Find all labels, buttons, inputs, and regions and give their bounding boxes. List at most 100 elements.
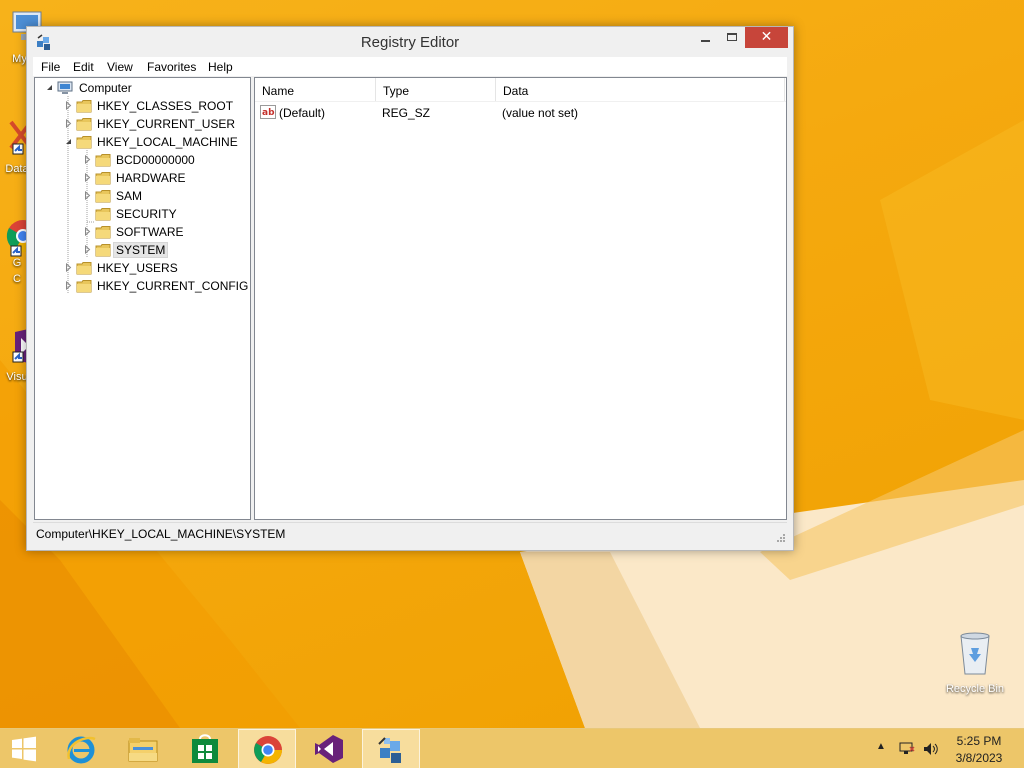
tree-item-label: SAM (116, 189, 143, 203)
registry-editor-window: Registry Editor ✕ File Edit View Favorit… (26, 26, 794, 551)
registry-tree[interactable]: Computer HKEY_CLASSES_ROOT HKEY_CURRENT_U… (34, 77, 251, 520)
tree-item-hardware[interactable]: HARDWARE (35, 169, 250, 187)
menu-bar: File Edit View Favorites Help (33, 57, 787, 76)
tree-item-bcd00000000[interactable]: BCD00000000 (35, 151, 250, 169)
tree-item-label: HKEY_LOCAL_MACHINE (97, 135, 238, 149)
string-value-icon: ab (260, 105, 276, 119)
menu-edit[interactable]: Edit (73, 60, 94, 74)
registry-editor-icon (378, 737, 401, 763)
recycle-bin-label: Recycle Bin (945, 683, 1005, 695)
column-header-label: Type (383, 84, 410, 98)
tree-item-hkey-classes-root[interactable]: HKEY_CLASSES_ROOT (35, 97, 250, 115)
internet-explorer-icon (67, 736, 96, 764)
folder-icon (95, 208, 111, 221)
resize-grip-icon[interactable] (776, 533, 786, 543)
header-divider (255, 101, 786, 102)
windows-start-icon (12, 736, 36, 762)
column-header-type[interactable]: Type (376, 78, 496, 101)
svg-text:ab: ab (262, 108, 275, 118)
taskbar-registry-editor[interactable] (362, 729, 420, 768)
menu-favorites[interactable]: Favorites (147, 60, 196, 74)
title-bar[interactable]: Registry Editor ✕ (27, 27, 793, 57)
maximize-icon (727, 33, 737, 41)
folder-icon (76, 100, 92, 113)
folder-icon (95, 154, 111, 167)
collapsed-arrow-icon[interactable] (83, 227, 92, 236)
chrome-icon (254, 736, 282, 764)
list-row[interactable]: ab (Default) REG_SZ (value not set) (255, 103, 786, 121)
system-tray: ▲ 5:25 PM 3/8/2023 (870, 729, 1024, 768)
minimize-icon (701, 40, 710, 42)
tree-item-hkey-local-machine[interactable]: HKEY_LOCAL_MACHINE (35, 133, 250, 151)
tree-item-hkey-current-user[interactable]: HKEY_CURRENT_USER (35, 115, 250, 133)
folder-icon (76, 136, 92, 149)
clock-date[interactable]: 3/8/2023 (953, 751, 1005, 765)
collapsed-arrow-icon[interactable] (64, 119, 73, 128)
recycle-bin[interactable]: Recycle Bin (938, 630, 1012, 695)
menu-view[interactable]: View (107, 60, 133, 74)
taskbar-store[interactable] (176, 729, 234, 768)
collapsed-arrow-icon[interactable] (64, 281, 73, 290)
computer-icon (57, 81, 73, 94)
tree-item-system[interactable]: SYSTEM (35, 241, 250, 259)
status-path: Computer\HKEY_LOCAL_MACHINE\SYSTEM (36, 527, 286, 541)
tree-item-label: BCD00000000 (116, 153, 195, 167)
column-header-data[interactable]: Data (496, 78, 785, 101)
minimize-button[interactable] (693, 27, 719, 48)
tree-item-label: SECURITY (116, 207, 177, 221)
visual-studio-icon (315, 735, 343, 763)
taskbar-file-explorer[interactable] (114, 729, 172, 768)
expanded-arrow-icon (47, 85, 52, 90)
close-icon: ✕ (760, 28, 773, 44)
value-type: REG_SZ (382, 106, 431, 120)
folder-icon (76, 118, 92, 131)
collapsed-arrow-icon[interactable] (83, 155, 92, 164)
taskbar-visual-studio[interactable] (300, 729, 358, 768)
tree-item-label: HARDWARE (116, 171, 186, 185)
folder-icon (76, 280, 92, 293)
clock-time[interactable]: 5:25 PM (953, 734, 1005, 748)
tree-item-label: Computer (79, 81, 132, 95)
collapsed-arrow-icon[interactable] (64, 263, 73, 272)
collapsed-arrow-icon[interactable] (83, 245, 92, 254)
window-title: Registry Editor (360, 34, 460, 51)
tree-item-hkey-users[interactable]: HKEY_USERS (35, 259, 250, 277)
tree-item-security[interactable]: SECURITY (35, 205, 250, 223)
taskbar-chrome[interactable] (238, 729, 296, 768)
expanded-arrow-icon[interactable] (64, 137, 73, 146)
tree-item-computer[interactable]: Computer (35, 79, 250, 97)
folder-icon (95, 226, 111, 239)
value-name: (Default) (279, 106, 326, 120)
collapsed-arrow-icon[interactable] (64, 101, 73, 110)
values-list[interactable]: Name Type Data ab (Default) REG_SZ (valu… (254, 77, 787, 520)
column-header-name[interactable]: Name (255, 78, 376, 101)
folder-icon (95, 190, 111, 203)
value-data: (value not set) (502, 106, 579, 120)
recycle-bin-icon (960, 632, 990, 675)
column-header-label: Data (503, 84, 529, 98)
menu-file[interactable]: File (41, 60, 60, 74)
network-icon[interactable] (898, 741, 916, 757)
tree-item-label: HKEY_USERS (97, 261, 178, 275)
column-header-label: Name (262, 84, 295, 98)
tree-item-label: HKEY_CURRENT_USER (97, 117, 236, 131)
tree-item-hkey-current-config[interactable]: HKEY_CURRENT_CONFIG (35, 277, 250, 295)
tree-item-label: SOFTWARE (116, 225, 184, 239)
folder-icon (76, 262, 92, 275)
collapsed-arrow-icon[interactable] (83, 191, 92, 200)
taskbar: ▲ 5:25 PM 3/8/2023 (0, 728, 1024, 768)
tree-item-software[interactable]: SOFTWARE (35, 223, 250, 241)
maximize-button[interactable] (719, 27, 745, 48)
show-hidden-icons-icon[interactable]: ▲ (876, 741, 886, 752)
taskbar-internet-explorer[interactable] (52, 729, 110, 768)
close-button[interactable]: ✕ (745, 27, 788, 48)
tree-item-sam[interactable]: SAM (35, 187, 250, 205)
menu-help[interactable]: Help (208, 60, 233, 74)
file-explorer-icon (128, 738, 158, 762)
tree-item-label: SYSTEM (112, 242, 169, 258)
volume-icon[interactable] (922, 741, 940, 757)
start-button[interactable] (0, 729, 50, 768)
collapsed-arrow-icon[interactable] (83, 173, 92, 182)
tree-item-label: HKEY_CLASSES_ROOT (97, 99, 234, 113)
tree-item-label: HKEY_CURRENT_CONFIG (97, 279, 249, 293)
